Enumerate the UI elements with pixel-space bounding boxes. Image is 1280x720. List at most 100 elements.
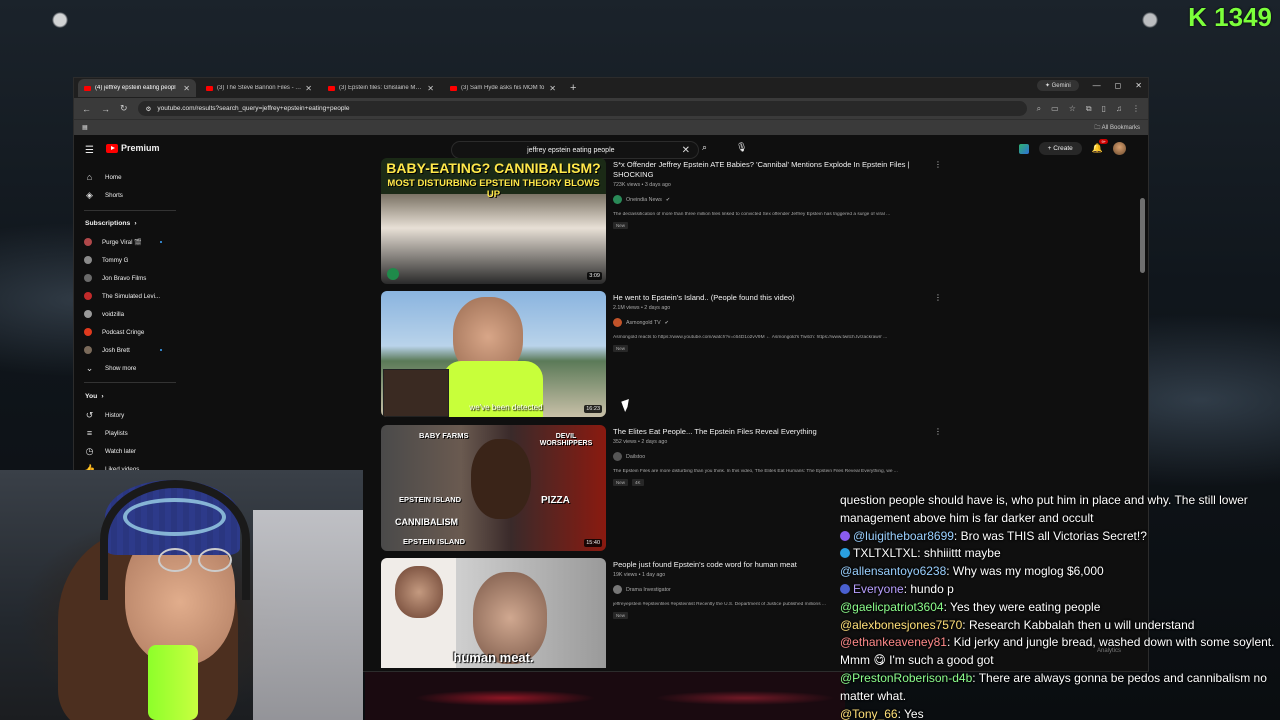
chat-username: @Tony_66 [840,706,898,720]
sidepanel-icon[interactable]: ▯ [1102,104,1106,114]
close-tab-icon[interactable]: ✕ [305,84,312,93]
video-title[interactable]: He went to Epstein's Island.. (People fo… [613,293,933,303]
sidebar-item-subscription[interactable]: Podcast Cringe [84,323,176,341]
close-tab-icon[interactable]: ✕ [549,84,556,93]
chat-message: @allensantoyo6238: Why was my moglog $6,… [840,563,1280,581]
extensions-icon[interactable]: ⧉ [1086,104,1092,114]
thumbnail-reaction-cam [383,369,449,417]
verified-check-icon: ✔ [665,196,671,203]
video-title[interactable]: The Elites Eat People... The Epstein Fil… [613,427,933,437]
sidebar-item-home[interactable]: ⌂ Home [84,168,176,186]
extension-icon[interactable] [1018,143,1029,154]
video-title[interactable]: S*x Offender Jeffrey Epstein ATE Babies?… [613,160,933,180]
minimize-button[interactable]: — [1093,81,1101,90]
sidebar-item-subscription[interactable]: Purge Viral 🎬 [84,233,176,251]
site-info-icon[interactable]: ⚙ [146,105,152,113]
create-button[interactable]: + Create [1038,142,1082,155]
video-channel[interactable]: Oneindia News ✔ [613,195,933,204]
microphone-icon[interactable]: 🎙 [736,142,747,153]
sidebar-item-shorts[interactable]: ◈ Shorts [84,186,176,204]
back-icon[interactable]: ← [82,104,91,114]
video-info: He went to Epstein's Island.. (People fo… [613,293,933,352]
youtube-favicon-icon [206,85,213,91]
reload-icon[interactable]: ↻ [120,103,128,114]
watch-later-icon: ◷ [85,445,94,456]
youtube-logo[interactable]: Premium [106,143,160,153]
page-scrollbar[interactable] [1140,198,1145,273]
chat-username: @ethankeaveney81 [840,635,947,650]
counter-value: 1349 [1214,2,1272,32]
video-thumbnail[interactable]: BABY FARMS DEVIL WORSHIPPERS EPSTEIN ISL… [381,425,606,551]
bookmark-star-icon[interactable]: ☆ [1069,104,1076,114]
video-channel[interactable]: Asmongold TV ✔ [613,318,933,327]
more-actions-icon[interactable]: ⋮ [934,160,942,169]
url-field[interactable]: ⚙ youtube.com/results?search_query=jeffr… [137,101,1027,116]
you-heading[interactable]: You › [85,393,104,400]
close-tab-icon[interactable]: ✕ [427,84,434,93]
video-badges: New [613,222,933,229]
install-icon[interactable]: ▭ [1051,104,1059,114]
apps-icon[interactable]: ▦ [82,124,88,131]
video-result[interactable]: BABY-EATING? CANNIBALISM? MOST DISTURBIN… [381,158,942,285]
menu-icon[interactable]: ☰ [85,145,94,156]
history-icon: ↺ [85,409,94,420]
new-badge: New [613,612,629,619]
youtube-favicon-icon [84,85,91,91]
show-more-button[interactable]: ⌄ Show more [84,359,176,377]
video-channel[interactable]: Dailstoo [613,452,933,461]
sidebar-item-subscription[interactable]: Josh Brett [84,341,176,359]
video-duration: 16:23 [584,405,602,413]
all-bookmarks-button[interactable]: 🗀 All Bookmarks [1094,123,1140,133]
sidebar-item-subscription[interactable]: The Simulated Levi... [84,287,176,305]
chat-message: @luigitheboar8699: Bro was THIS all Vict… [840,528,1280,546]
video-thumbnail[interactable]: BABY-EATING? CANNIBALISM? MOST DISTURBIN… [381,158,606,284]
chat-text: : Yes they were eating people [943,599,1101,614]
browser-tab-4[interactable]: (3) Sam Hyde asks his MOM fo ✕ [444,79,562,97]
chat-text: : shhiiittt maybe [917,546,1001,561]
more-actions-icon[interactable]: ⋮ [934,427,942,436]
browser-tab-3[interactable]: (3) Epstein files: Ghislaine Maxw ✕ [322,79,440,97]
zoom-icon[interactable]: ⌕ [1037,104,1041,114]
video-meta: 352 views • 2 days ago [613,439,668,445]
chat-text: : Research Kabbalah then u will understa… [962,617,1195,632]
gemini-button[interactable]: ✦ Gemini [1036,80,1079,91]
browser-tab-1[interactable]: (4) jeffrey epstein eating peopl ✕ [78,79,196,97]
sidebar-item-history[interactable]: ↺ History [84,406,176,424]
chevron-right-icon: › [134,220,137,227]
sidebar-item-watch-later[interactable]: ◷ Watch later [84,442,176,460]
video-thumbnail[interactable]: human meat. [381,558,606,668]
channel-avatar [84,328,92,336]
sidebar-item-subscription[interactable]: voidzilla [84,305,176,323]
chat-text: question people should have is, who put … [840,493,1248,525]
menu-dots-icon[interactable]: ⋮ [1132,104,1140,114]
media-icon[interactable]: ♫ [1116,104,1122,114]
forward-icon[interactable]: → [101,104,110,114]
chat-message: @alexbonesjones7570: Research Kabbalah t… [840,617,1280,635]
tab-strip: (4) jeffrey epstein eating peopl ✕ (3) T… [74,78,1148,98]
home-icon: ⌂ [86,172,93,182]
close-tab-icon[interactable]: ✕ [183,84,190,93]
close-window-button[interactable]: ✕ [1135,81,1142,90]
browser-tab-2[interactable]: (3) The Steve Bannon Files - Yo ✕ [200,79,318,97]
video-result[interactable]: we've been detected 16:23 He went to Eps… [381,291,942,418]
search-input[interactable]: jeffrey epstein eating people ✕ [451,141,699,159]
sidebar-item-subscription[interactable]: Jon Bravo Films [84,269,176,287]
sidebar-item-playlists[interactable]: ≡ Playlists [84,424,176,442]
4k-badge: 4K [632,479,644,486]
avatar[interactable] [1113,142,1126,155]
window-controls: ✦ Gemini — ◻ ✕ [1036,80,1142,91]
new-tab-button[interactable]: + [570,82,576,94]
subscriptions-heading[interactable]: Subscriptions › [85,220,137,227]
address-bar: ← → ↻ ⚙ youtube.com/results?search_query… [74,98,1148,119]
youtube-favicon-icon [328,85,335,91]
search-icon[interactable]: ⌕ [702,142,707,153]
sidebar-item-subscription[interactable]: Tommy G [84,251,176,269]
maximize-button[interactable]: ◻ [1115,81,1122,90]
chat-text: : Yes [897,706,924,720]
more-actions-icon[interactable]: ⋮ [934,293,942,302]
notifications-bell-icon[interactable]: 🔔 9+ [1092,139,1108,154]
clear-search-icon[interactable]: ✕ [682,145,690,156]
webcam-microphone [148,645,198,720]
bookmarks-bar: ▦ 🗀 All Bookmarks [74,119,1148,135]
video-thumbnail[interactable]: we've been detected 16:23 [381,291,606,417]
